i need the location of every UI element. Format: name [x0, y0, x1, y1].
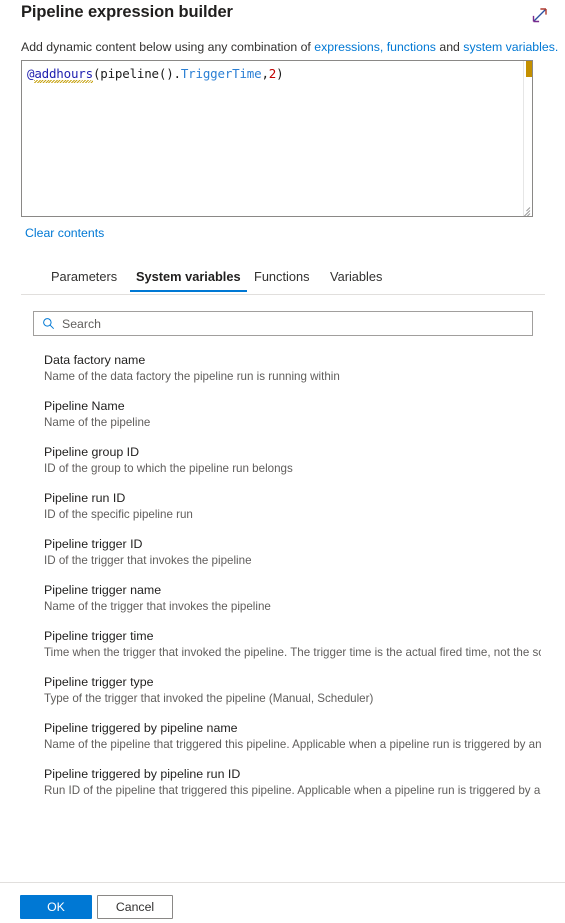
expressions-functions-link[interactable]: expressions, functions [314, 40, 436, 54]
tab-system-variables[interactable]: System variables [130, 268, 247, 292]
token-close-paren: ) [276, 66, 284, 81]
token-function-name: addhours [34, 66, 93, 81]
search-input[interactable] [62, 312, 524, 335]
variable-description: ID of the trigger that invokes the pipel… [44, 554, 252, 567]
search-icon [43, 318, 55, 330]
variable-name: Pipeline group ID [44, 445, 140, 459]
clear-contents-link[interactable]: Clear contents [25, 226, 104, 240]
expand-diagonal-icon[interactable] [527, 4, 551, 28]
variable-name: Pipeline Name [44, 399, 125, 413]
dialog-header: Pipeline expression builder [0, 0, 565, 34]
page-title: Pipeline expression builder [21, 3, 233, 21]
tab-bar-divider [21, 294, 545, 295]
tab-parameters[interactable]: Parameters [45, 268, 123, 291]
list-item[interactable]: Pipeline Name Name of the pipeline [44, 398, 549, 430]
variable-description: Name of the trigger that invokes the pip… [44, 600, 271, 613]
search-box[interactable] [33, 311, 533, 336]
variable-description: ID of the group to which the pipeline ru… [44, 462, 293, 475]
variable-name: Pipeline run ID [44, 491, 126, 505]
variable-name: Pipeline trigger time [44, 629, 154, 643]
variable-name: Pipeline trigger ID [44, 537, 143, 551]
list-item[interactable]: Pipeline group ID ID of the group to whi… [44, 444, 549, 476]
dialog-subtitle: Add dynamic content below using any comb… [21, 39, 558, 55]
variable-description: Name of the data factory the pipeline ru… [44, 370, 340, 383]
system-variables-list: Data factory name Name of the data facto… [44, 352, 549, 812]
token-dot: . [173, 66, 182, 81]
variable-description: ID of the specific pipeline run [44, 508, 193, 521]
editor-warning-marker[interactable] [526, 61, 532, 77]
list-item[interactable]: Data factory name Name of the data facto… [44, 352, 549, 384]
list-item[interactable]: Pipeline triggered by pipeline run ID Ru… [44, 766, 549, 798]
list-item[interactable]: Pipeline triggered by pipeline name Name… [44, 720, 549, 752]
tab-variables[interactable]: Variables [324, 268, 388, 291]
list-item[interactable]: Pipeline trigger name Name of the trigge… [44, 582, 549, 614]
variable-description: Run ID of the pipeline that triggered th… [44, 784, 541, 797]
expression-editor-code[interactable]: @addhours(pipeline().TriggerTime,2) [27, 65, 284, 82]
variable-description: Name of the pipeline [44, 416, 151, 429]
variable-description: Type of the trigger that invoked the pip… [44, 692, 374, 705]
list-item[interactable]: Pipeline trigger ID ID of the trigger th… [44, 536, 549, 568]
subtitle-middle-text: and [435, 40, 464, 54]
tab-bar: Parameters System variables Functions Va… [21, 268, 545, 294]
subtitle-tail-text: . [554, 40, 559, 54]
token-pipeline-call: pipeline() [100, 66, 174, 81]
variable-name: Data factory name [44, 353, 146, 367]
token-comma: , [261, 66, 269, 81]
footer-divider [0, 882, 565, 883]
variable-name: Pipeline triggered by pipeline run ID [44, 767, 241, 781]
list-item[interactable]: Pipeline trigger time Time when the trig… [44, 628, 549, 660]
variable-name: Pipeline triggered by pipeline name [44, 721, 238, 735]
subtitle-lead-text: Add dynamic content below using any comb… [21, 40, 315, 54]
variable-name: Pipeline trigger name [44, 583, 162, 597]
list-item[interactable]: Pipeline run ID ID of the specific pipel… [44, 490, 549, 522]
list-item[interactable]: Pipeline trigger type Type of the trigge… [44, 674, 549, 706]
ok-button[interactable]: OK [20, 895, 92, 919]
variable-name: Pipeline trigger type [44, 675, 154, 689]
tab-functions[interactable]: Functions [248, 268, 315, 291]
editor-resize-grip[interactable] [518, 202, 531, 216]
editor-ruler-line [523, 61, 524, 216]
variable-description: Name of the pipeline that triggered this… [44, 738, 541, 751]
system-variables-link[interactable]: system variables [463, 40, 555, 54]
token-property: TriggerTime [180, 66, 262, 81]
token-number: 2 [268, 66, 277, 81]
pipeline-expression-builder-dialog: Pipeline expression builder Add dynamic … [0, 0, 565, 923]
variable-description: Time when the trigger that invoked the p… [44, 646, 541, 659]
expression-editor[interactable]: @addhours(pipeline().TriggerTime,2) [21, 60, 533, 217]
cancel-button[interactable]: Cancel [97, 895, 173, 919]
